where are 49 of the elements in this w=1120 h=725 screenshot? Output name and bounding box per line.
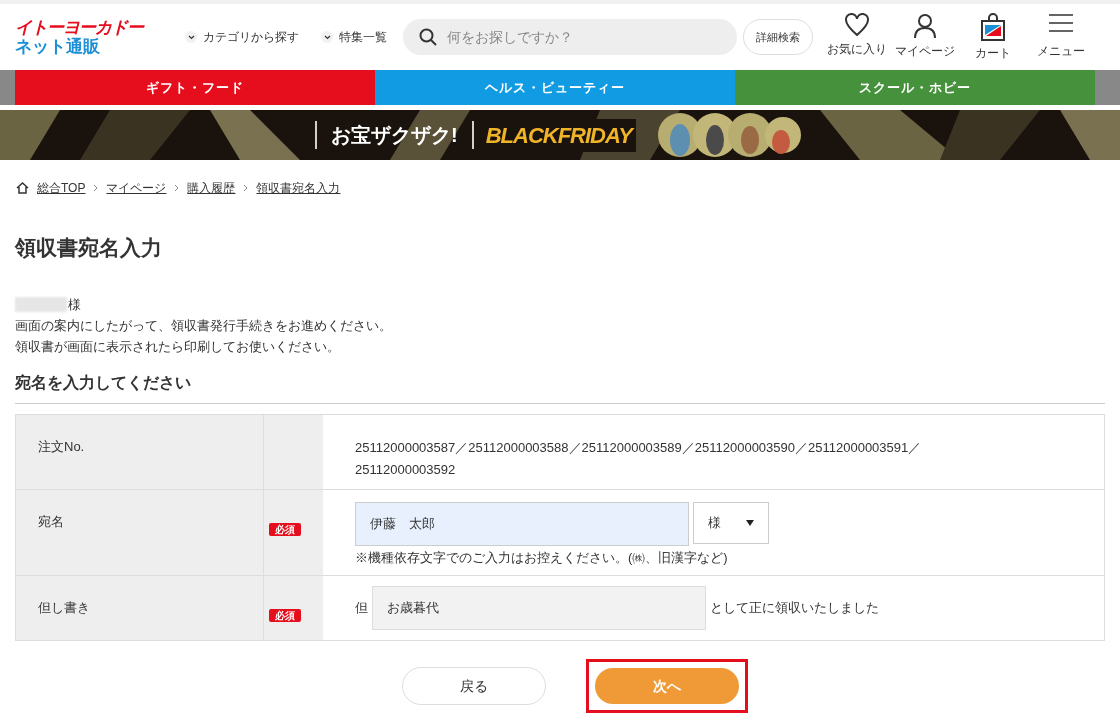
name-input-field[interactable]: 伊藤 太郎: [355, 501, 689, 546]
breadcrumb-link[interactable]: マイページ: [106, 179, 167, 197]
dropdown-link[interactable]: カテゴリから探す: [185, 28, 299, 46]
header-icon-button[interactable]: カート: [959, 12, 1027, 62]
search-icon: [419, 28, 437, 46]
blurred-name: [15, 296, 67, 312]
banner-tagline: お宝ザクザク!: [315, 121, 474, 149]
chevron-icon: [243, 184, 249, 192]
breadcrumb-link[interactable]: 領収書宛名入力: [256, 179, 341, 197]
category-tab[interactable]: ギフト・フード: [15, 70, 375, 105]
header-icon-button[interactable]: メニュー: [1027, 12, 1095, 62]
chevron-icon: [174, 184, 180, 192]
heart-icon: [844, 12, 870, 37]
header-icon-button[interactable]: お気に入り: [823, 12, 891, 62]
required-badge: 必須: [269, 522, 301, 536]
breadcrumb-link[interactable]: 購入履歴: [187, 179, 236, 197]
header-icon-button[interactable]: マイページ: [891, 12, 959, 62]
logo-text[interactable]: ネット通販: [15, 38, 100, 55]
advanced-search-button[interactable]: 詳細検索: [743, 19, 813, 55]
logo-text[interactable]: イトーヨーカドー: [15, 19, 143, 36]
row-label-cell: 宛名: [16, 489, 264, 575]
dropdown-link[interactable]: 特集一覧: [321, 28, 387, 46]
order-number-text: 25112000003587／25112000003588／25112000003589／25112000003590／25112000003591／: [355, 438, 923, 457]
search-field[interactable]: 何をお探しですか？: [403, 19, 737, 55]
section-heading: 宛名を入力してください: [15, 370, 1105, 404]
instruction-text: 領収書が画面に表示されたら印刷してお使いください。: [15, 337, 341, 356]
chevron-icon: [93, 184, 99, 192]
shopping-bag-icon: [981, 12, 1005, 41]
person-icon: [913, 12, 937, 39]
page-title: 領収書宛名入力: [15, 235, 162, 261]
back-button[interactable]: 戻る: [402, 667, 546, 705]
prefix-text: 但: [355, 599, 368, 618]
honorific-select[interactable]: 様: [693, 501, 769, 544]
chevron-icon: [321, 31, 333, 43]
required-badge: 必須: [269, 609, 301, 622]
proviso-input-field[interactable]: お歳暮代: [372, 586, 706, 630]
caret-icon: [746, 519, 754, 526]
category-tab[interactable]: スクール・ホビー: [735, 70, 1095, 105]
chevron-icon: [185, 31, 197, 43]
row-label-cell: 注文No.: [16, 414, 264, 489]
instruction-text: 画面の案内にしたがって、領収書発行手続きをお進めください。: [15, 316, 393, 335]
home-icon: [16, 182, 29, 194]
row-label-cell: 但し書き: [16, 576, 264, 640]
honorific-text: 様: [68, 295, 81, 314]
breadcrumb-link[interactable]: 総合TOP: [37, 179, 86, 197]
note-text: ※機種依存文字でのご入力はお控えください。(㈱、旧漢字など): [355, 548, 729, 567]
order-number-text: 25112000003592: [355, 460, 457, 479]
menu-icon: [1048, 12, 1074, 33]
suffix-text: として正に領収いたしました: [710, 599, 879, 618]
